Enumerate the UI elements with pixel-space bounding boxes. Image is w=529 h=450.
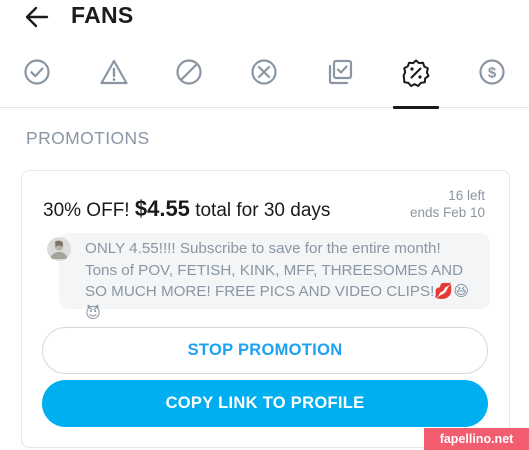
promo-remaining: 16 left [448,188,485,203]
check-circle-icon [24,59,50,85]
warning-triangle-icon [100,59,128,85]
promo-meta: 16 left ends Feb 10 [410,187,485,221]
tab-active[interactable] [13,50,61,108]
x-circle-icon [251,59,277,85]
checkbox-stack-icon [328,59,353,85]
promo-message: ONLY 4.55!!!! Subscribe to save for the … [59,233,490,322]
stop-promotion-button[interactable]: STOP PROMOTION [42,327,488,374]
promo-end-date: ends Feb 10 [409,205,485,220]
tab-expired[interactable] [316,50,364,108]
tab-bar: $ [0,50,529,109]
page-title: FANS [71,2,134,28]
promo-price: $4.55 [134,196,190,221]
dollar-circle-icon: $ [479,59,505,85]
copy-link-button[interactable]: COPY LINK TO PROFILE [42,380,488,427]
section-title: PROMOTIONS [26,128,150,148]
promo-discount: 30% OFF! [43,200,130,221]
promo-period: total for 30 days [195,200,331,221]
tab-spent[interactable]: $ [468,50,516,108]
avatar[interactable] [47,237,71,261]
back-arrow-icon[interactable] [22,2,52,32]
prohibited-circle-icon [176,59,202,85]
promotion-card: 30% OFF! $4.55 total for 30 days 16 left… [21,170,510,448]
tab-warning[interactable] [90,50,138,108]
app-header: FANS [0,0,529,36]
svg-text:$: $ [488,65,497,82]
watermark-logo: fapellino.net [424,428,529,450]
tab-promotions[interactable] [392,50,440,109]
discount-badge-icon [402,59,430,87]
tab-restricted[interactable] [165,50,213,108]
promo-title: 30% OFF! $4.55 total for 30 days [43,196,330,222]
tab-blocked[interactable] [240,50,288,108]
